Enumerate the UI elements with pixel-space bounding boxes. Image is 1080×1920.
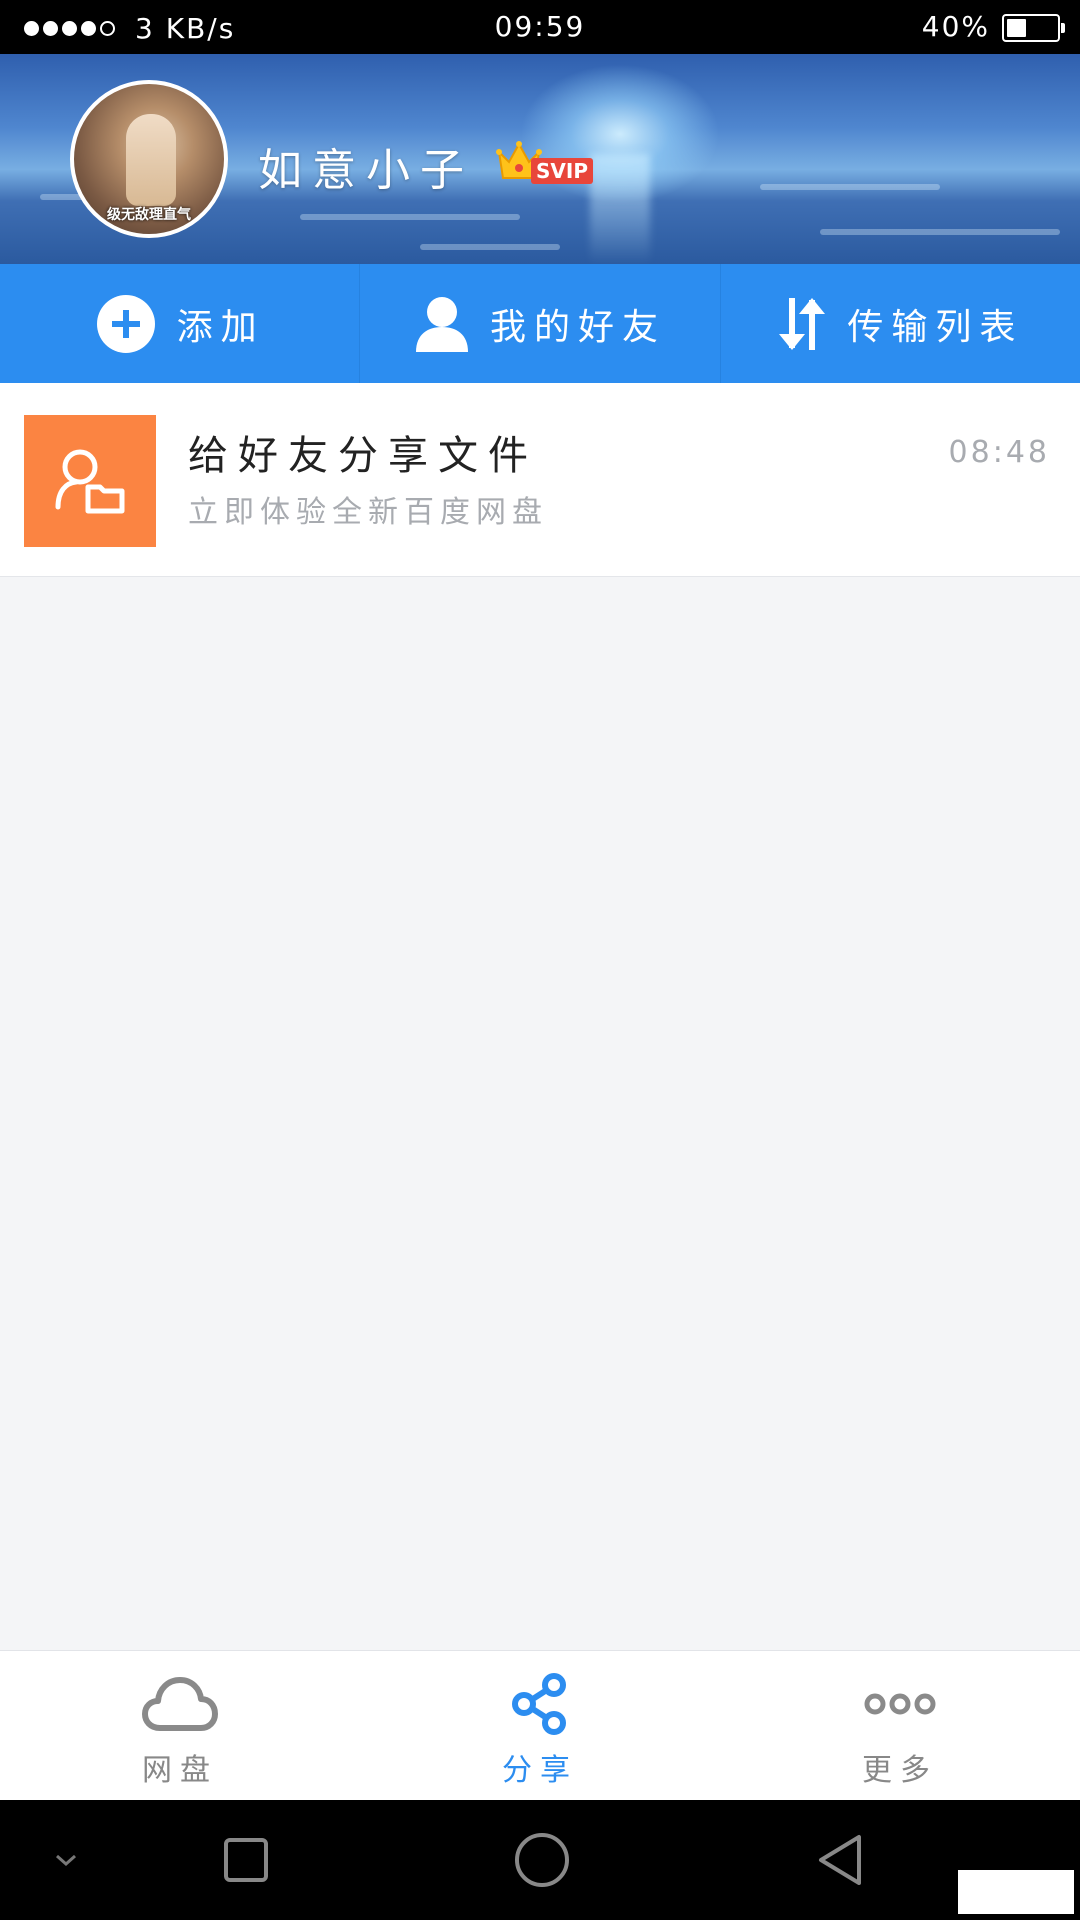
share-icon <box>510 1669 570 1739</box>
recent-apps-button[interactable] <box>216 1800 276 1920</box>
tab-netdisk[interactable]: 网盘 <box>0 1651 360 1801</box>
wave <box>420 244 560 250</box>
list-item[interactable]: 给好友分享文件 立即体验全新百度网盘 08:48 <box>0 383 1080 577</box>
action-bar: 添加 我的好友 传输列表 <box>0 264 1080 383</box>
battery-nub <box>1061 23 1065 33</box>
transfer-list-label: 传输列表 <box>847 306 1024 348</box>
home-button[interactable] <box>510 1800 574 1920</box>
battery-percent: 40% <box>921 10 990 43</box>
username: 如意小子 <box>258 145 474 196</box>
back-button[interactable] <box>812 1800 868 1920</box>
add-label: 添加 <box>176 306 265 348</box>
avatar-caption: 级无敌理直气 <box>107 207 191 223</box>
cloud-icon <box>142 1669 218 1739</box>
message-subtitle: 立即体验全新百度网盘 <box>188 495 548 530</box>
add-button[interactable]: 添加 <box>0 264 361 383</box>
svip-badge[interactable]: SVIP <box>495 138 595 184</box>
status-bar: 3 KB/s 09:59 40% <box>0 0 1080 54</box>
svip-label: SVIP <box>531 158 593 184</box>
my-friends-label: 我的好友 <box>489 306 666 348</box>
wave <box>820 229 1060 235</box>
person-icon <box>414 294 470 354</box>
battery-icon <box>1002 14 1065 42</box>
system-nav-bar <box>0 1800 1080 1920</box>
collapse-chevron-icon[interactable] <box>44 1800 88 1920</box>
transfer-arrows-icon <box>777 294 827 354</box>
overlay-box <box>958 1870 1074 1914</box>
transfer-list-button[interactable]: 传输列表 <box>721 264 1080 383</box>
message-time: 08:48 <box>948 435 1050 470</box>
profile-banner: 级无敌理直气 如意小子 SVIP <box>0 54 1080 264</box>
more-dots-icon <box>863 1669 937 1739</box>
cat-figure <box>126 114 176 206</box>
avatar[interactable]: 级无敌理直气 <box>70 80 228 238</box>
message-title: 给好友分享文件 <box>188 433 538 479</box>
tab-share-label: 分享 <box>502 1753 578 1788</box>
tab-share[interactable]: 分享 <box>360 1651 720 1801</box>
clock: 09:59 <box>494 10 586 43</box>
sun-reflection <box>590 154 650 264</box>
tab-netdisk-label: 网盘 <box>142 1753 218 1788</box>
bottom-nav: 网盘 分享 更多 <box>0 1650 1080 1801</box>
tab-more-label: 更多 <box>862 1753 938 1788</box>
plus-circle-icon <box>95 293 157 355</box>
battery-fill <box>1007 19 1026 37</box>
my-friends-button[interactable]: 我的好友 <box>360 264 721 383</box>
share-folder-icon <box>24 415 156 547</box>
tab-more[interactable]: 更多 <box>720 1651 1080 1801</box>
wave <box>300 214 520 220</box>
wave <box>760 184 940 190</box>
